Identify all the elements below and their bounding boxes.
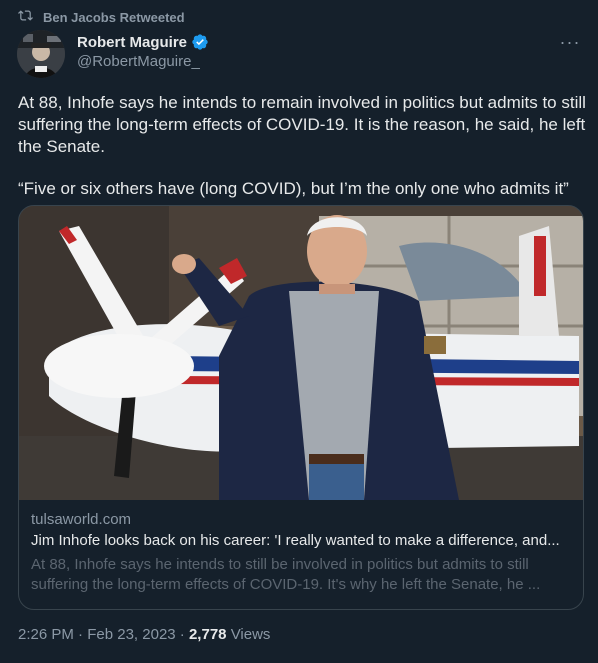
retweet-header[interactable]: Ben Jacobs Retweeted: [18, 7, 185, 27]
verified-badge-icon: [191, 33, 209, 51]
card-meta[interactable]: tulsaworld.com Jim Inhofe looks back on …: [19, 500, 583, 595]
retweet-icon: [18, 8, 33, 26]
tweet-paragraph-2: “Five or six others have (long COVID), b…: [18, 179, 569, 198]
more-horizontal-icon: ···: [559, 31, 581, 52]
card-description: At 88, Inhofe says he intends to still b…: [31, 556, 541, 593]
views-label: Views: [230, 626, 271, 643]
link-card[interactable]: tulsaworld.com Jim Inhofe looks back on …: [18, 205, 584, 610]
card-domain: tulsaworld.com: [31, 511, 132, 528]
author-avatar[interactable]: [17, 30, 65, 78]
author-name[interactable]: Robert Maguire: [77, 34, 187, 51]
author-name-row[interactable]: Robert Maguire: [77, 33, 209, 51]
author-handle[interactable]: @RobertMaguire_: [77, 53, 200, 70]
more-options-button[interactable]: ···: [558, 32, 582, 52]
tweet-time[interactable]: 2:26 PM: [18, 626, 74, 643]
tweet-date[interactable]: Feb 23, 2023: [87, 626, 175, 643]
tweet-text: At 88, Inhofe says he intends to remain …: [18, 92, 588, 220]
tweet-meta: 2:26 PM · Feb 23, 2023 · 2,778 Views: [18, 626, 270, 643]
card-image[interactable]: [19, 206, 583, 500]
card-title[interactable]: Jim Inhofe looks back on his career: 'I …: [31, 532, 571, 552]
retweet-label: Ben Jacobs Retweeted: [43, 9, 185, 25]
views-count[interactable]: 2,778: [189, 626, 227, 643]
meta-separator: ·: [179, 626, 185, 643]
tweet-paragraph-1: At 88, Inhofe says he intends to remain …: [18, 93, 591, 156]
meta-separator: ·: [78, 626, 84, 643]
